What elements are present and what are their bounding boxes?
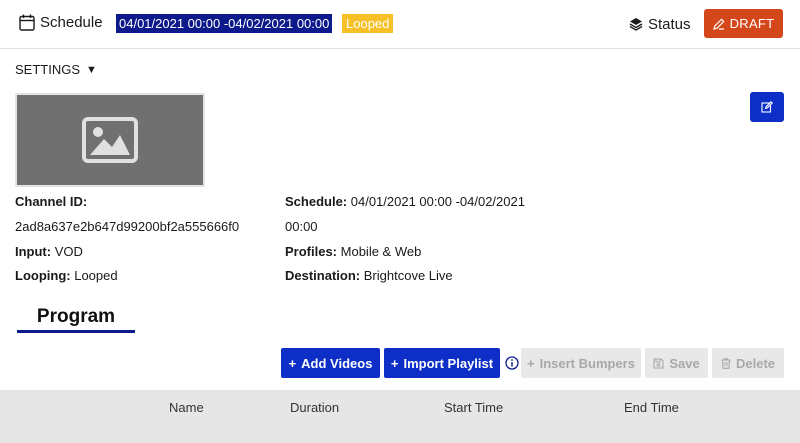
plus-icon: +	[390, 355, 399, 371]
channel-id-value: 2ad8a637e2b647d99200bf2a555666f0	[15, 219, 240, 234]
plus-icon: +	[288, 355, 297, 371]
delete-label: Delete	[735, 355, 776, 371]
pencil-icon	[761, 101, 773, 113]
insert-bumpers-button[interactable]: + Insert Bumpers	[521, 348, 641, 378]
column-header-start-time[interactable]: Start Time	[444, 400, 503, 415]
calendar-icon	[19, 14, 35, 31]
draft-button[interactable]: DRAFT	[704, 9, 783, 38]
profiles-info: Profiles: Mobile & Web	[285, 244, 422, 259]
insert-bumpers-label: Insert Bumpers	[539, 355, 635, 371]
import-playlist-button[interactable]: + Import Playlist	[384, 348, 500, 378]
column-header-duration[interactable]: Duration	[290, 400, 339, 415]
save-button[interactable]: Save	[645, 348, 708, 378]
looped-badge: Looped	[342, 14, 394, 33]
save-label: Save	[669, 355, 700, 371]
input-info: Input: VOD	[15, 244, 83, 259]
image-placeholder-icon	[82, 117, 138, 163]
column-header-end-time[interactable]: End Time	[624, 400, 679, 415]
delete-button[interactable]: Delete	[712, 348, 784, 378]
pencil-icon	[712, 17, 725, 30]
channel-thumbnail	[15, 93, 205, 187]
draft-label: DRAFT	[729, 16, 775, 31]
import-playlist-label: Import Playlist	[403, 355, 494, 371]
looping-info: Looping: Looped	[15, 268, 118, 283]
channel-id-label: Channel ID:	[15, 194, 88, 209]
add-videos-label: Add Videos	[301, 355, 373, 371]
trash-icon	[721, 357, 731, 369]
schedule-info-continued: 00:00	[285, 219, 318, 234]
plus-icon: +	[527, 355, 535, 371]
info-icon[interactable]	[505, 356, 519, 370]
settings-label: SETTINGS	[15, 62, 81, 77]
column-header-name[interactable]: Name	[169, 400, 204, 415]
caret-down-icon: ▼	[86, 63, 97, 76]
layers-icon	[629, 18, 643, 31]
date-range-badge: 04/01/2021 00:00 -04/02/2021 00:00	[116, 14, 333, 33]
settings-toggle[interactable]: SETTINGS ▼	[15, 62, 97, 77]
schedule-info: Schedule: 04/01/2021 00:00 -04/02/2021	[285, 194, 525, 209]
edit-settings-button[interactable]	[750, 92, 784, 122]
status-button[interactable]: Status	[629, 14, 691, 34]
save-icon	[653, 357, 664, 369]
program-table-header: Name Duration Start Time End Time	[0, 390, 800, 443]
status-label: Status	[648, 15, 691, 33]
destination-info: Destination: Brightcove Live	[285, 268, 453, 283]
top-bar: Schedule 04/01/2021 00:00 -04/02/2021 00…	[0, 0, 800, 49]
page-title: Schedule	[40, 14, 103, 31]
tab-program[interactable]: Program	[17, 306, 135, 333]
add-videos-button[interactable]: + Add Videos	[281, 348, 380, 378]
